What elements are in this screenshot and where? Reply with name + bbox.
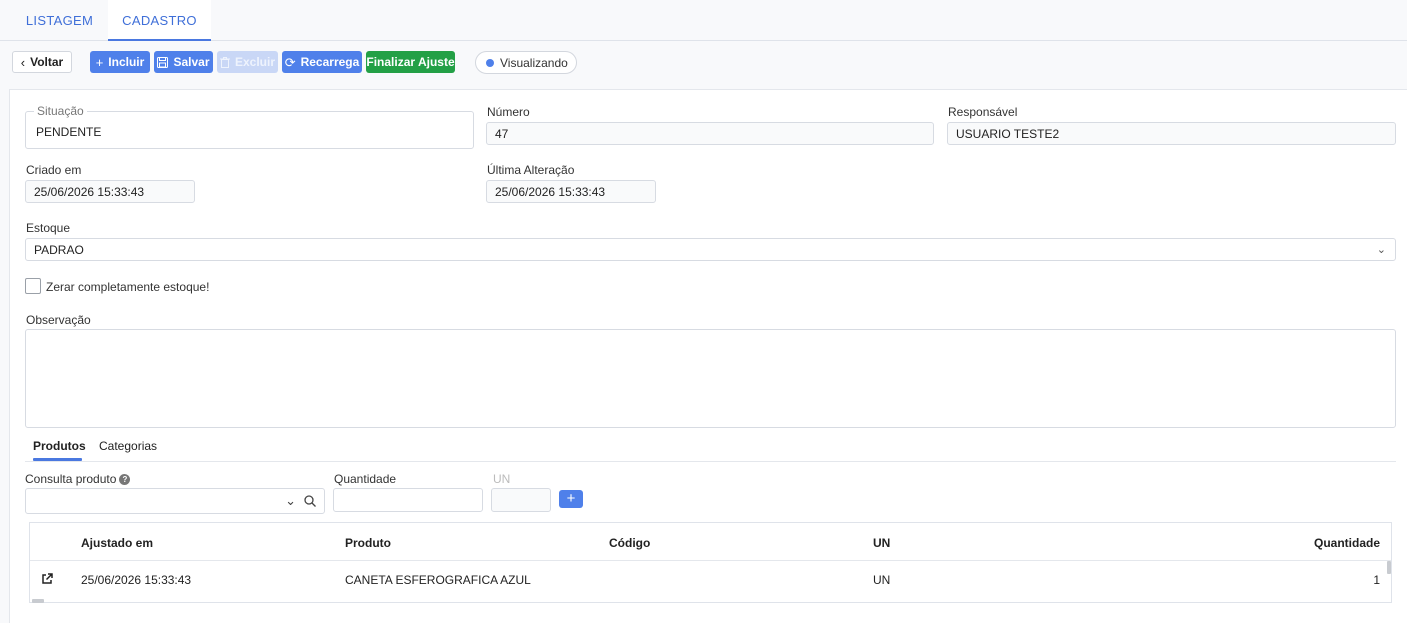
criado-em-field: 25/06/2026 15:33:43 <box>25 180 195 203</box>
quantidade-label: Quantidade <box>334 472 397 486</box>
consulta-produto-label: Consulta produto? <box>25 472 131 486</box>
chevron-left-icon: ‹ <box>20 54 26 70</box>
recarrega-button[interactable]: ⟳ Recarrega <box>282 51 362 73</box>
row-quantidade: 1 <box>1373 573 1380 587</box>
tab-produtos[interactable]: Produtos <box>33 439 86 453</box>
column-header-codigo[interactable]: Código <box>609 536 650 550</box>
tab-categorias[interactable]: Categorias <box>99 439 157 453</box>
chevron-down-icon[interactable]: ⌄ <box>285 493 296 509</box>
estoque-value: PADRAO <box>34 242 84 257</box>
plus-icon: + <box>95 54 104 70</box>
observacao-textarea[interactable] <box>25 329 1396 428</box>
row-un: UN <box>873 573 891 587</box>
ultima-alteracao-label: Última Alteração <box>487 163 575 177</box>
ultima-alteracao-field: 25/06/2026 15:33:43 <box>486 180 656 203</box>
add-product-button[interactable]: + <box>559 490 583 508</box>
estoque-label: Estoque <box>26 221 71 235</box>
responsavel-label: Responsável <box>948 105 1018 119</box>
quantidade-input[interactable] <box>333 488 483 512</box>
voltar-button[interactable]: ‹ Voltar <box>12 51 72 73</box>
un-input <box>491 488 551 512</box>
zerar-estoque-checkbox[interactable] <box>25 278 41 294</box>
external-link-icon[interactable] <box>40 572 54 586</box>
plus-icon: + <box>566 490 576 507</box>
salvar-label: Salvar <box>173 55 210 69</box>
estoque-select[interactable]: PADRAO ⌄ <box>25 238 1396 261</box>
horizontal-scrollbar[interactable] <box>32 599 44 603</box>
responsavel-field: USUARIO TESTE2 <box>947 122 1396 145</box>
situacao-value: PENDENTE <box>36 125 102 139</box>
top-tab-bar: LISTAGEM CADASTRO <box>0 0 1407 41</box>
chevron-down-icon: ⌄ <box>1376 244 1386 256</box>
salvar-button[interactable]: Salvar <box>154 51 213 73</box>
criado-em-value: 25/06/2026 15:33:43 <box>34 184 145 199</box>
numero-value: 47 <box>495 126 509 141</box>
excluir-label: Excluir <box>234 55 276 69</box>
finalizar-ajuste-button[interactable]: Finalizar Ajuste <box>366 51 455 73</box>
row-ajustado-em: 25/06/2026 15:33:43 <box>81 573 192 587</box>
un-label: UN <box>493 472 511 486</box>
consulta-produto-label-text: Consulta produto <box>25 472 117 486</box>
tab-cadastro[interactable]: CADASTRO <box>108 0 211 41</box>
incluir-label: Incluir <box>108 55 145 69</box>
trash-icon <box>219 56 230 68</box>
column-header-ajustado-em[interactable]: Ajustado em <box>81 536 153 550</box>
incluir-button[interactable]: + Incluir <box>90 51 150 73</box>
status-label: Visualizando <box>500 55 568 70</box>
finalizar-label: Finalizar Ajuste <box>366 55 455 69</box>
help-icon[interactable]: ? <box>119 474 131 485</box>
products-table: Ajustado em Produto Código UN Quantidade… <box>29 522 1392 603</box>
criado-em-label: Criado em <box>26 163 82 177</box>
vertical-scrollbar[interactable] <box>1387 561 1391 574</box>
status-badge: Visualizando <box>475 51 577 74</box>
column-header-produto[interactable]: Produto <box>345 536 391 550</box>
voltar-label: Voltar <box>30 55 64 69</box>
column-header-quantidade[interactable]: Quantidade <box>1314 536 1380 550</box>
save-icon <box>157 56 169 68</box>
inner-tabs-divider <box>25 461 1396 462</box>
zerar-estoque-label: Zerar completamente estoque! <box>46 280 210 294</box>
responsavel-value: USUARIO TESTE2 <box>956 126 1060 141</box>
observacao-label: Observação <box>26 313 91 327</box>
search-icon[interactable] <box>304 495 316 507</box>
status-dot-icon <box>486 58 494 67</box>
column-header-un[interactable]: UN <box>873 536 890 550</box>
table-header-divider <box>30 560 1391 561</box>
refresh-icon: ⟳ <box>284 54 296 70</box>
situacao-field: Situação PENDENTE <box>25 105 474 149</box>
tab-listagem[interactable]: LISTAGEM <box>12 0 107 41</box>
situacao-label: Situação <box>34 105 87 118</box>
row-produto: CANETA ESFEROGRAFICA AZUL <box>345 573 531 587</box>
numero-field: 47 <box>486 122 934 145</box>
recarrega-label: Recarrega <box>300 55 360 69</box>
ultima-alteracao-value: 25/06/2026 15:33:43 <box>495 184 606 199</box>
numero-label: Número <box>487 105 530 119</box>
consulta-produto-input[interactable]: ⌄ <box>25 488 325 514</box>
excluir-button[interactable]: Excluir <box>217 51 278 73</box>
